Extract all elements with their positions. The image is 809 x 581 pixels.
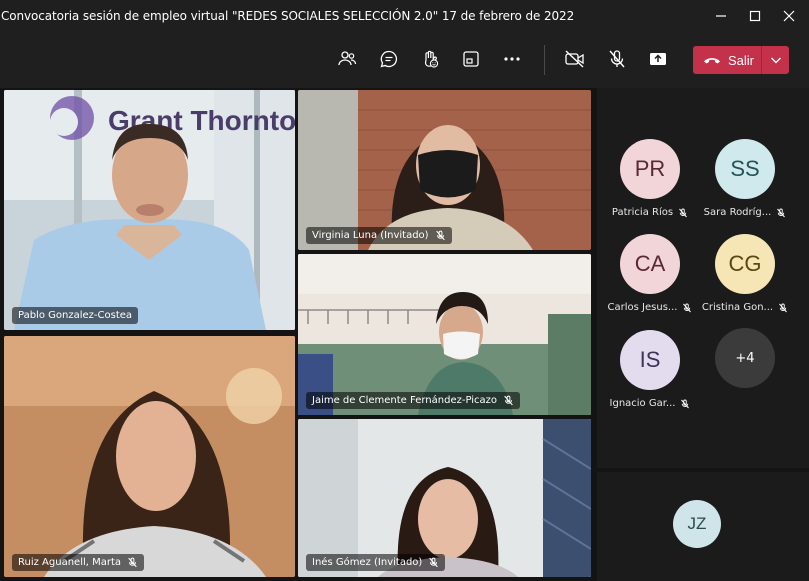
more-participants-button[interactable]: +4 — [699, 328, 791, 388]
raise-hand-icon — [424, 50, 439, 68]
leave-label: Salir — [728, 52, 755, 68]
participant-name: Virginia Luna (Invitado) — [312, 230, 429, 241]
roster-name-row: Sara Rodríg... — [699, 207, 791, 218]
close-icon — [783, 10, 795, 22]
roster-participant[interactable]: CG Cristina Gon... — [699, 234, 791, 313]
layout-icon — [463, 51, 479, 67]
self-view: JZ — [597, 468, 809, 581]
mic-off-icon — [429, 557, 439, 568]
roster-participant[interactable]: CA Carlos Jesus... — [604, 234, 696, 313]
more-count: +4 — [715, 328, 775, 388]
more-horizontal-icon — [504, 57, 520, 61]
roster-name-row: Cristina Gon... — [699, 302, 791, 313]
mic-off-icon — [609, 50, 625, 68]
participant-nameplate: Ruiz Aguanell, Marta — [12, 554, 145, 571]
participant-name: Ignacio Gar... — [609, 398, 676, 409]
avatar: CG — [715, 234, 775, 294]
video-feed — [298, 90, 591, 250]
share-icon — [650, 53, 666, 65]
video-tile-ines[interactable]: Inés Gómez (Invitado) — [298, 419, 591, 577]
mic-off-icon — [435, 230, 445, 241]
video-feed — [4, 336, 295, 577]
people-icon — [338, 51, 357, 66]
chat-button[interactable] — [374, 44, 404, 74]
avatar: SS — [715, 139, 775, 199]
roster-participant[interactable]: PR Patricia Ríos — [604, 139, 696, 218]
avatar: IS — [620, 330, 680, 390]
roster-name-row: Ignacio Gar... — [604, 398, 696, 409]
mic-off-icon — [683, 303, 692, 312]
mic-toggle-button[interactable] — [602, 44, 632, 74]
leave-button-group: Salir — [693, 46, 789, 74]
camera-off-icon — [565, 50, 584, 68]
video-feed: Grant Thornton — [4, 90, 295, 330]
mic-off-icon — [679, 208, 687, 217]
mic-off-icon — [128, 557, 137, 568]
chat-icon — [380, 50, 398, 68]
hang-up-icon — [704, 58, 720, 64]
roster-name-row: Patricia Ríos — [604, 207, 696, 218]
video-tile-jaime[interactable]: Jaime de Clemente Fernández-Picazo — [298, 254, 591, 415]
participant-name: Pablo Gonzalez-Costea — [18, 310, 133, 321]
leave-options-dropdown[interactable] — [762, 46, 789, 74]
share-screen-button[interactable] — [643, 44, 673, 74]
participant-name: Cristina Gon... — [701, 302, 774, 313]
maximize-button[interactable] — [738, 0, 772, 32]
roster-name-row: Carlos Jesus... — [604, 302, 696, 313]
roster-participant[interactable]: SS Sara Rodríg... — [699, 139, 791, 218]
participant-nameplate: Inés Gómez (Invitado) — [306, 554, 446, 571]
view-button[interactable] — [456, 44, 486, 74]
participant-nameplate: Jaime de Clemente Fernández-Picazo — [306, 392, 521, 409]
close-window-button[interactable] — [772, 0, 806, 32]
mic-off-icon — [504, 395, 513, 406]
mic-off-icon — [779, 303, 787, 312]
participant-name: Carlos Jesus... — [607, 302, 678, 313]
window-title: Convocatoria sesión de empleo virtual "R… — [1, 9, 575, 23]
video-tile-pablo[interactable]: Grant Thornton Pablo Gonzalez-Costea — [4, 90, 295, 330]
participants-button[interactable] — [332, 44, 362, 74]
participant-name: Inés Gómez (Invitado) — [312, 557, 423, 568]
avatar: PR — [620, 139, 680, 199]
mic-off-icon — [681, 399, 690, 408]
meeting-toolbar: Salir — [0, 32, 809, 88]
roster-participant[interactable]: IS Ignacio Gar... — [604, 330, 696, 409]
mic-off-icon — [777, 208, 786, 217]
chevron-down-icon — [770, 57, 781, 64]
toolbar-divider — [544, 45, 545, 75]
participant-nameplate: Pablo Gonzalez-Costea — [12, 307, 139, 324]
more-actions-button[interactable] — [497, 44, 527, 74]
video-tile-virginia[interactable]: Virginia Luna (Invitado) — [298, 90, 591, 250]
video-tile-marta[interactable]: Ruiz Aguanell, Marta — [4, 336, 295, 577]
participant-name: Sara Rodríg... — [703, 207, 772, 218]
reactions-button[interactable] — [415, 44, 445, 74]
minimize-button[interactable] — [704, 0, 738, 32]
maximize-icon — [749, 10, 761, 22]
participant-name: Jaime de Clemente Fernández-Picazo — [312, 395, 498, 406]
minimize-icon — [716, 15, 726, 17]
participant-nameplate: Virginia Luna (Invitado) — [306, 227, 452, 244]
video-feed — [298, 254, 591, 415]
self-avatar: JZ — [673, 500, 721, 548]
participant-name: Patricia Ríos — [611, 207, 674, 218]
title-bar: Convocatoria sesión de empleo virtual "R… — [0, 0, 809, 32]
leave-button[interactable]: Salir — [693, 46, 761, 74]
participant-name: Ruiz Aguanell, Marta — [18, 557, 122, 568]
avatar: CA — [620, 234, 680, 294]
camera-toggle-button[interactable] — [560, 44, 590, 74]
